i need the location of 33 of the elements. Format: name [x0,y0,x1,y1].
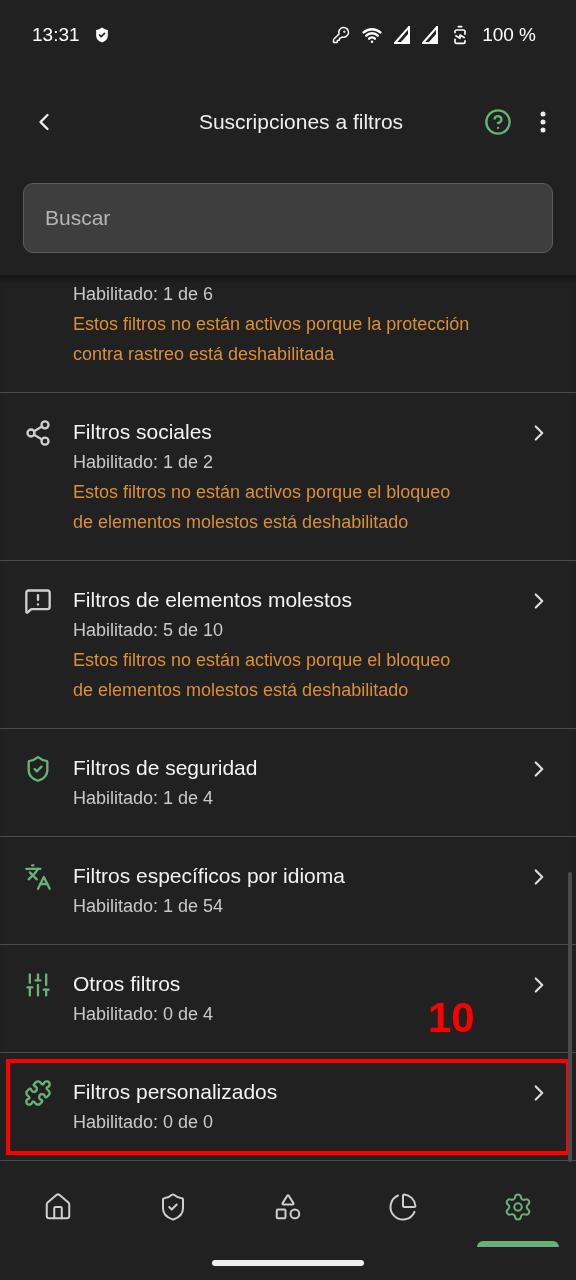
shapes-icon [273,1192,303,1222]
enabled-count: Habilitado: 1 de 2 [73,451,214,474]
signal-icon [422,26,439,44]
help-icon [484,108,512,136]
filter-list-item[interactable]: Filtros de elementos molestos Habilitado: 5 de 10 Estos filtros no están activos porque el bloqueo de elementos molestos está deshabilitado [0,561,576,729]
annotation-number: 10 [428,997,475,1039]
signal-icon [394,26,411,44]
screen-title: Suscripciones a filtros [197,110,405,134]
pie-chart-icon [388,1192,419,1222]
inactive-warning: Estos filtros no están activos porque el bloqueo de elementos molestos está deshabilitado [73,481,452,534]
wifi-icon [362,25,383,45]
more-icon [540,111,546,133]
enabled-count: Habilitado: 5 de 10 [73,619,224,642]
enabled-count: Habilitado: 1 de 6 [73,283,214,306]
enabled-count: Habilitado: 0 de 0 [73,1111,214,1134]
filter-title: Filtros de elementos molestos [73,587,353,613]
inactive-warning: Estos filtros no están activos porque el bloqueo de elementos molestos está deshabilitado [73,649,452,702]
filter-title: Filtros específicos por idioma [73,863,346,889]
filter-title: Otros filtros [73,971,182,997]
filter-title: Filtros de seguridad [73,755,259,781]
enabled-count: Habilitado: 0 de 4 [73,1003,214,1026]
filter-title: Filtros sociales [73,419,213,445]
status-time: 13:31 [32,24,80,46]
key-icon [332,26,351,44]
battery-percent: 100 % [482,24,536,46]
filter-list-item[interactable]: Filtros de seguridad Habilitado: 1 de 4 [0,729,576,837]
enabled-count: Habilitado: 1 de 4 [73,787,214,810]
inactive-warning: Estos filtros no están activos porque la protección contra rastreo está deshabilitada [73,313,471,366]
filter-list-item[interactable]: Filtros sociales Habilitado: 1 de 2 Estos filtros no están activos porque el bloqueo de elementos molestos está deshabilitado [0,393,576,561]
search-field[interactable]: Buscar [23,183,553,253]
enabled-count: Habilitado: 1 de 54 [73,895,224,918]
filter-title: Filtros personalizados [73,1079,279,1105]
filter-list-item[interactable]: Habilitado: 1 de 6 Estos filtros no están activos porque la protección contra rastreo está deshabilitada [0,275,576,393]
